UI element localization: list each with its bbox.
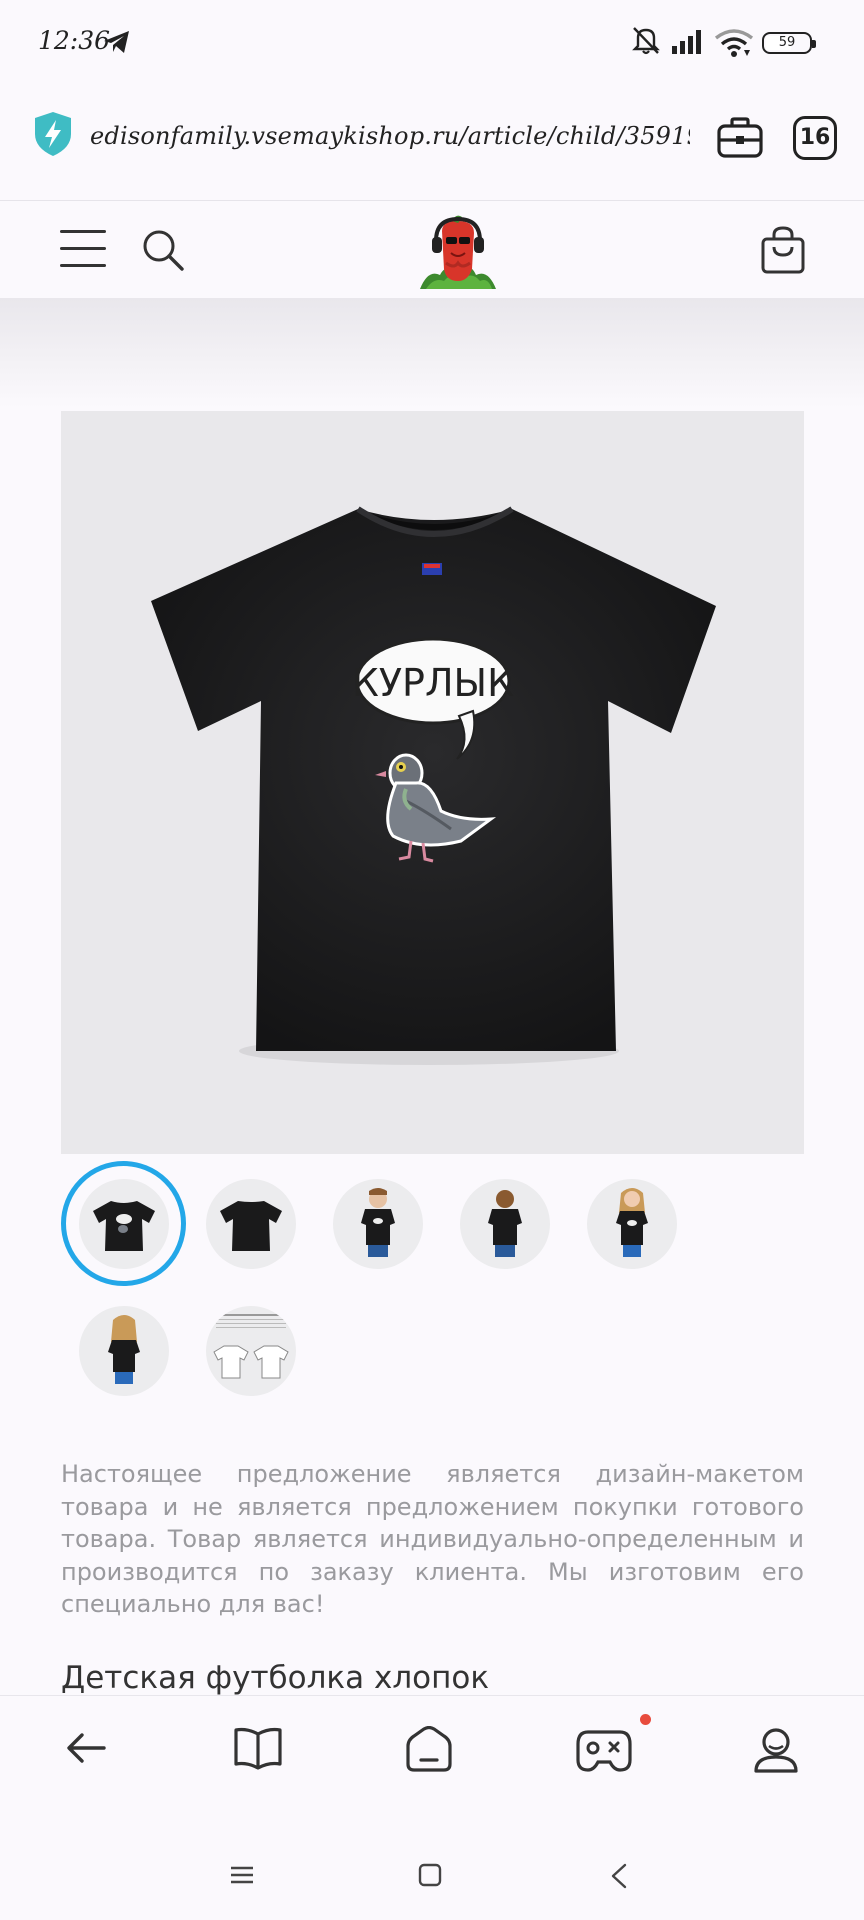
briefcase-icon[interactable] (716, 116, 764, 160)
print-text: КУРЛЫК (352, 661, 514, 705)
notification-dot (640, 1714, 651, 1725)
battery-indicator: 59 (762, 32, 816, 54)
book-icon[interactable] (233, 1726, 283, 1770)
thumbnail-boy-front[interactable] (333, 1179, 423, 1269)
url-field[interactable]: edisonfamily.vsemaykishop.ru/article/chi… (90, 122, 690, 150)
shield-bolt-icon[interactable] (32, 110, 74, 158)
thumbnail-back-plain[interactable] (206, 1179, 296, 1269)
wifi-icon (714, 29, 754, 57)
browser-address-bar: edisonfamily.vsemaykishop.ru/article/chi… (0, 86, 864, 200)
profile-icon[interactable] (753, 1726, 799, 1774)
telegram-icon (104, 31, 129, 53)
thumbnail-boy-back[interactable] (460, 1179, 550, 1269)
back-arrow-icon[interactable] (64, 1726, 108, 1770)
logo[interactable] (418, 209, 498, 291)
tabs-counter-button[interactable]: 16 (793, 116, 837, 160)
thumbnail-size-chart[interactable] (206, 1306, 296, 1396)
system-navigation-bar (0, 1813, 864, 1920)
product-main-image[interactable]: КУРЛЫК (61, 411, 804, 1154)
product-title: Детская футболка хлопок (61, 1660, 490, 1696)
thumbnail-girl-front[interactable] (587, 1179, 677, 1269)
tshirt-illustration: КУРЛЫК (151, 506, 716, 1065)
browser-bottom-nav (0, 1695, 864, 1813)
site-header (0, 200, 864, 298)
gamepad-icon[interactable] (576, 1726, 632, 1772)
home-square-icon[interactable] (418, 1863, 442, 1887)
thumbnail-front-with-print[interactable] (79, 1179, 169, 1269)
signal-icon (672, 30, 701, 54)
back-chevron-icon[interactable] (610, 1863, 628, 1889)
search-icon[interactable] (140, 227, 186, 273)
thumbnail-girl-back[interactable] (79, 1306, 169, 1396)
recents-icon[interactable] (230, 1865, 254, 1885)
status-time: 12:36 (38, 26, 111, 55)
bell-muted-icon (632, 27, 660, 55)
header-shadow (0, 298, 864, 408)
battery-percent: 59 (778, 35, 796, 50)
menu-icon[interactable] (60, 230, 106, 268)
home-icon[interactable] (404, 1726, 454, 1772)
shopping-bag-icon[interactable] (760, 225, 806, 275)
product-disclaimer: Настоящее предложение является дизайн-ма… (61, 1460, 804, 1618)
status-bar: 12:36 59 (0, 0, 864, 86)
